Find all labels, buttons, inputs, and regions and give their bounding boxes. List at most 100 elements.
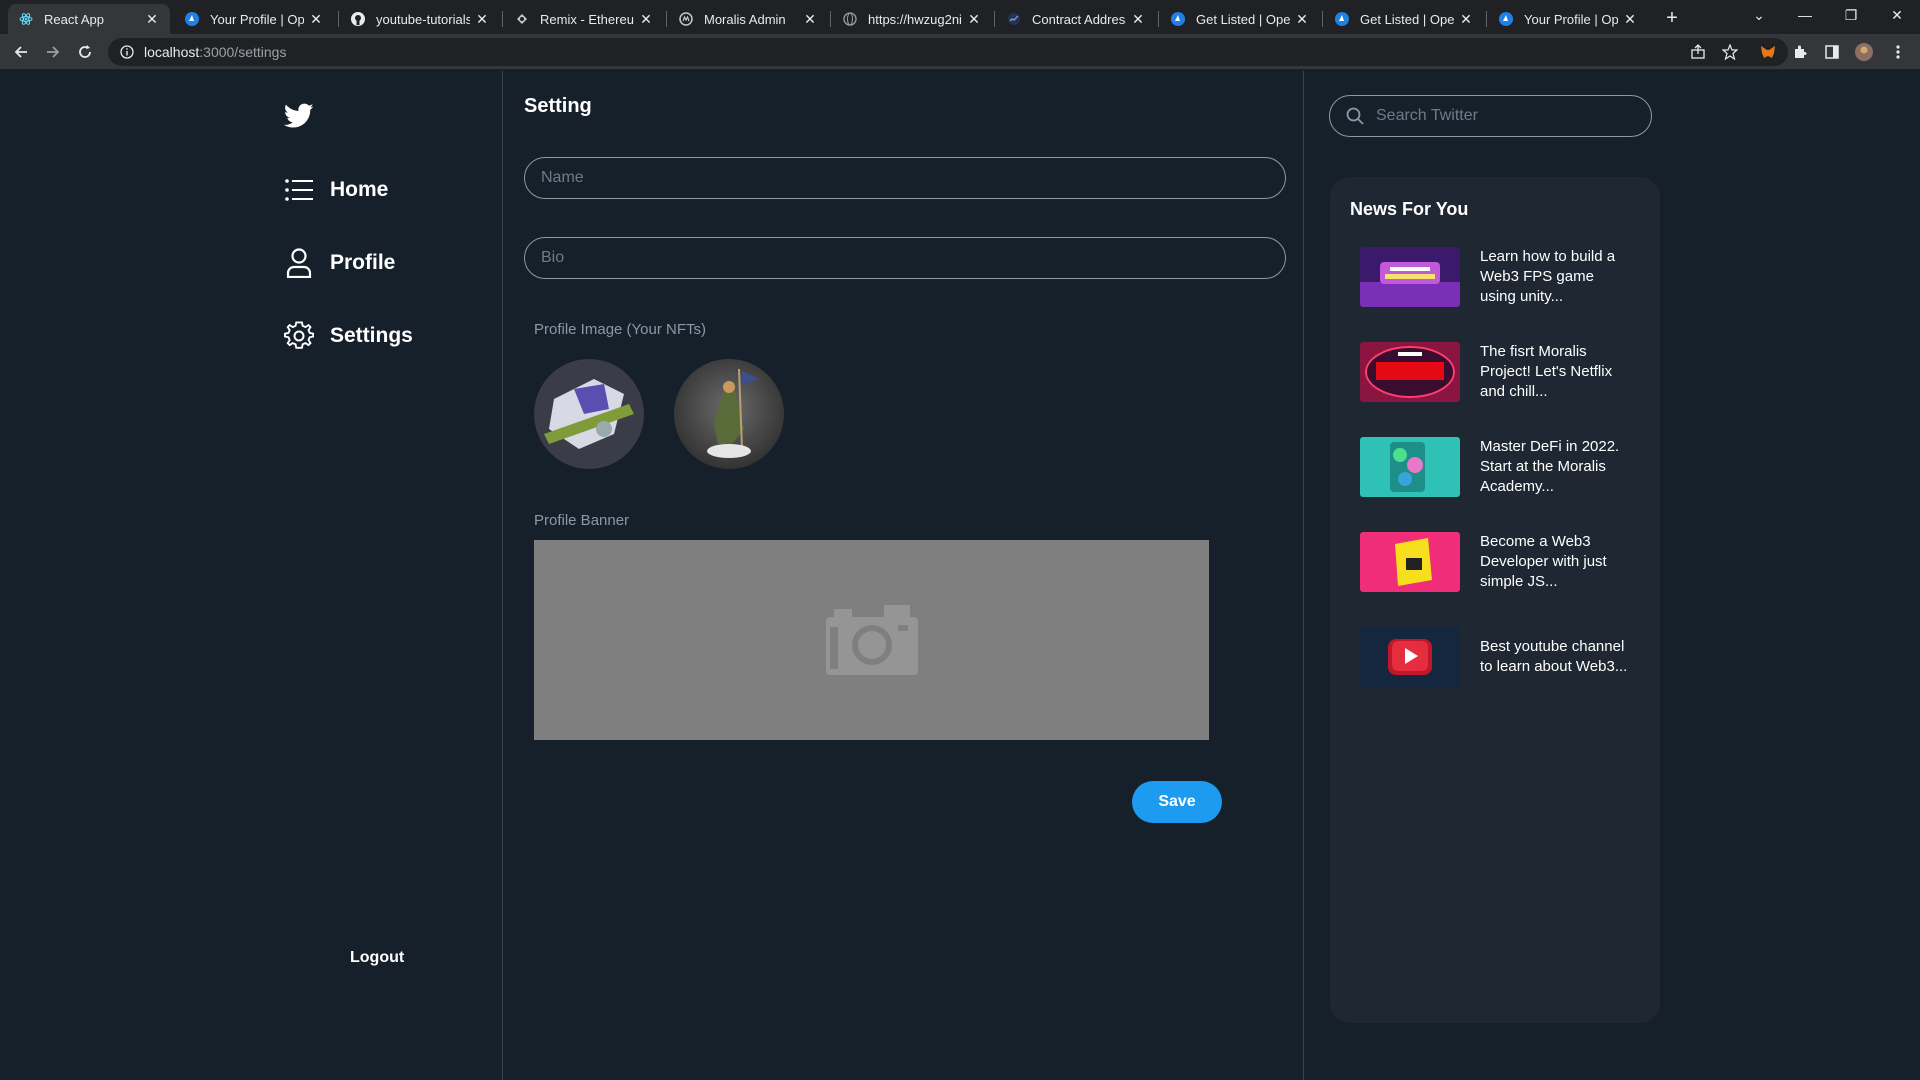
new-tab-button[interactable]: + [1660, 6, 1684, 30]
back-button[interactable] [8, 39, 34, 65]
news-thumbnail [1360, 437, 1460, 497]
sidebar-item-settings[interactable]: Settings [284, 321, 413, 351]
sidebar-item-label: Home [330, 178, 389, 201]
close-icon[interactable]: ✕ [1130, 11, 1146, 27]
browser-tab[interactable]: Get Listed | OpenS ✕ [1324, 4, 1484, 34]
news-text: Learn how to build a Web3 FPS game using… [1480, 248, 1616, 305]
settings-panel: Setting Profile Image (Your NFTs) [504, 71, 1304, 1080]
browser-tab[interactable]: youtube-tutorials/ ✕ [340, 4, 500, 34]
tab-title: Your Profile | Open [210, 11, 304, 27]
news-item[interactable]: Learn how to build a Web3 FPS game using… [1360, 247, 1650, 307]
browser-tab[interactable]: Your Profile | Open ✕ [1488, 4, 1648, 34]
tab-title: Your Profile | Open [1524, 11, 1618, 27]
close-window-button[interactable]: ✕ [1874, 0, 1920, 30]
tab-title: Moralis Admin [704, 11, 786, 27]
browser-toolbar: localhost:3000/settings [0, 34, 1920, 70]
tab-title: Get Listed | OpenS [1360, 11, 1454, 27]
share-icon[interactable] [1688, 42, 1708, 62]
globe-icon [842, 11, 858, 27]
sidebar-item-home[interactable]: Home [284, 175, 388, 205]
minimize-button[interactable]: — [1782, 0, 1828, 30]
moralis-icon [678, 11, 694, 27]
reload-icon [79, 45, 91, 58]
metamask-icon[interactable] [1758, 42, 1778, 62]
close-icon[interactable]: ✕ [802, 11, 818, 27]
sidebar-item-label: Settings [330, 324, 413, 347]
close-icon[interactable]: ✕ [1622, 11, 1638, 27]
browser-tab[interactable]: Remix - Ethereum ✕ [504, 4, 664, 34]
menu-dots-icon[interactable] [1888, 42, 1908, 62]
sidebar-item-profile[interactable]: Profile [284, 248, 395, 278]
arrow-left-icon [14, 46, 27, 58]
news-item[interactable]: The fisrt Moralis Project! Let's Netflix… [1360, 342, 1650, 402]
close-icon[interactable]: ✕ [1294, 11, 1310, 27]
gear-icon [284, 321, 314, 351]
browser-tab[interactable]: Your Profile | Open ✕ [174, 4, 334, 34]
close-icon[interactable]: ✕ [1458, 11, 1474, 27]
close-icon[interactable]: ✕ [966, 11, 982, 27]
camera-icon [825, 605, 918, 675]
close-icon[interactable]: ✕ [308, 11, 324, 27]
news-item[interactable]: Best youtube channel to learn about Web3… [1360, 627, 1650, 687]
sidebar-item-label: Profile [330, 251, 396, 274]
news-thumbnail [1360, 532, 1460, 592]
browser-tab[interactable]: Moralis Admin ✕ [668, 4, 828, 34]
opensea-icon [1498, 11, 1514, 27]
news-title: News For You [1350, 199, 1469, 219]
star-icon[interactable] [1720, 42, 1740, 62]
restore-button[interactable]: ❐ [1828, 0, 1874, 30]
github-icon [350, 11, 366, 27]
nft-image[interactable] [674, 359, 784, 469]
close-icon[interactable]: ✕ [144, 11, 160, 27]
news-text: Master DeFi in 2022. Start at the Morali… [1480, 438, 1620, 495]
browser-tab[interactable]: React App ✕ [8, 4, 170, 34]
bio-field[interactable] [524, 237, 1286, 279]
profile-banner-upload[interactable] [534, 540, 1209, 740]
opensea-icon [184, 11, 200, 27]
search-icon [1346, 107, 1364, 125]
search-input[interactable] [1376, 107, 1636, 125]
arrow-right-icon [47, 46, 60, 58]
address-bar[interactable]: localhost:3000/settings [108, 38, 1788, 66]
tab-title: Contract Address [1032, 11, 1126, 27]
close-icon[interactable]: ✕ [474, 11, 490, 27]
browser-tab[interactable]: https://hwzug2niq ✕ [832, 4, 992, 34]
right-sidebar: News For You Learn how to build a Web3 F… [1305, 71, 1920, 1080]
news-text: Become a Web3 Developer with just simple… [1480, 533, 1607, 590]
info-icon [120, 45, 134, 59]
browser-tab[interactable]: Get Listed | OpenS ✕ [1160, 4, 1320, 34]
forward-button[interactable] [40, 39, 66, 65]
nft-image[interactable] [534, 359, 644, 469]
user-icon [284, 248, 314, 278]
profile-banner-label: Profile Banner [534, 512, 630, 529]
logout-button[interactable]: Logout [350, 949, 404, 967]
reload-button[interactable] [72, 39, 98, 65]
left-sidebar: Home Profile Settings Logout [0, 71, 503, 1080]
tab-search-icon[interactable]: ⌄ [1736, 0, 1782, 30]
browser-tab[interactable]: Contract Address ✕ [996, 4, 1156, 34]
tab-title: Remix - Ethereum [540, 11, 634, 27]
news-thumbnail [1360, 627, 1460, 687]
close-icon[interactable]: ✕ [638, 11, 654, 27]
name-field[interactable] [524, 157, 1286, 199]
opensea-icon [1334, 11, 1350, 27]
tab-title: https://hwzug2niq [868, 11, 962, 27]
news-item[interactable]: Master DeFi in 2022. Start at the Morali… [1360, 437, 1650, 497]
news-thumbnail [1360, 247, 1460, 307]
search-box[interactable] [1329, 95, 1652, 137]
news-thumbnail [1360, 342, 1460, 402]
twitter-logo-icon[interactable] [283, 103, 314, 133]
etherscan-icon [1006, 11, 1022, 27]
app-root: Home Profile Settings Logout Setting Pro… [0, 71, 1920, 1080]
opensea-icon [1170, 11, 1186, 27]
browser-tabstrip: React App ✕ Your Profile | Open ✕ youtub… [0, 0, 1920, 34]
news-text: Best youtube channel to learn about Web3… [1480, 638, 1628, 675]
avatar[interactable] [1854, 42, 1874, 62]
extensions-icon[interactable] [1790, 42, 1810, 62]
tab-title: React App [44, 11, 104, 27]
news-panel: News For You Learn how to build a Web3 F… [1330, 177, 1660, 1023]
save-button[interactable]: Save [1132, 781, 1222, 823]
news-item[interactable]: Become a Web3 Developer with just simple… [1360, 532, 1650, 592]
list-icon [284, 175, 314, 205]
sidepanel-icon[interactable] [1822, 42, 1842, 62]
